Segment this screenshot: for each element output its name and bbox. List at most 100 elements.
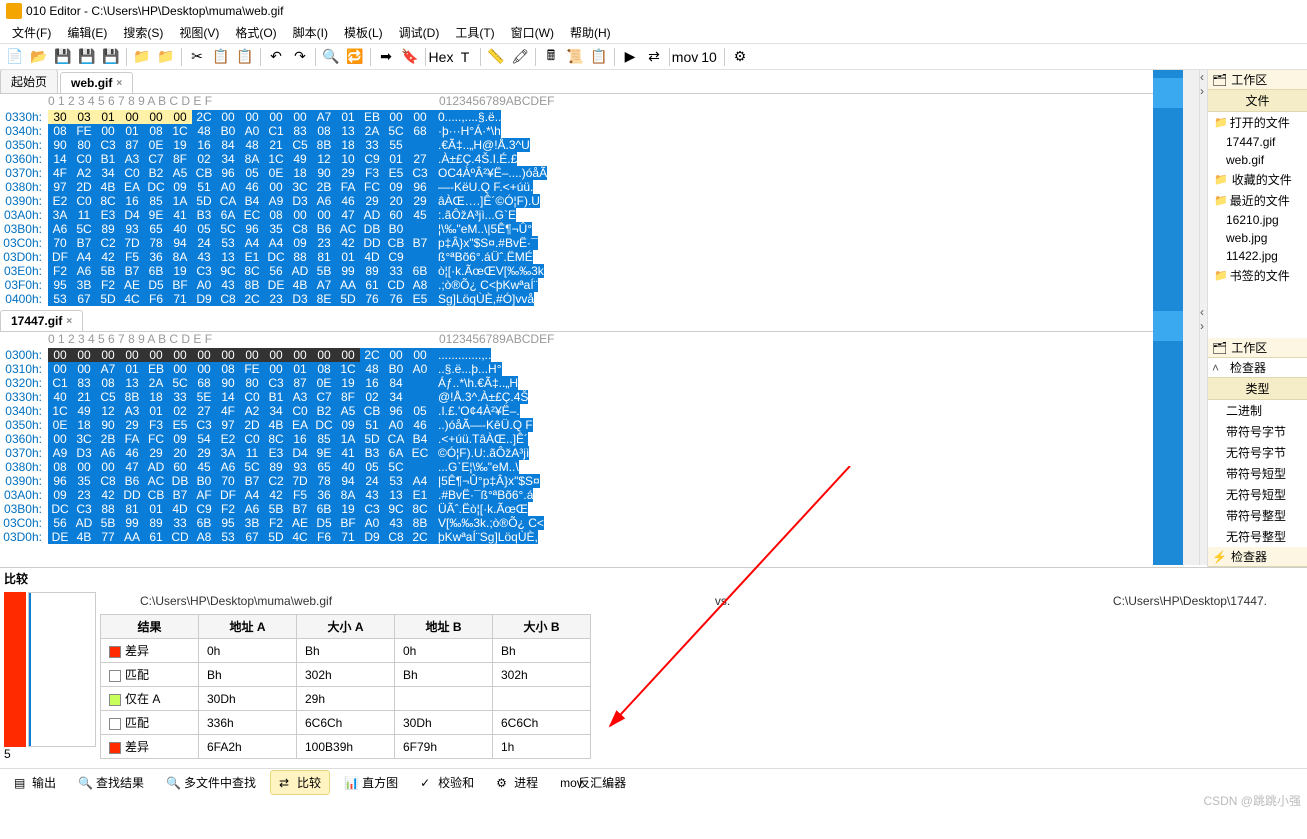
bottom-tab[interactable]: ⇄比较 xyxy=(270,770,330,795)
compare-icon[interactable]: ⇄ xyxy=(643,46,665,68)
tab-webgif[interactable]: web.gif× xyxy=(60,72,133,93)
right-pane: 🗂工作区 文件 打开的文件 17447.gif web.gif 收藏的文件 最近… xyxy=(1207,70,1307,567)
folder-open-icon[interactable]: 📁 xyxy=(131,46,153,68)
type-item[interactable]: 无符号短型 xyxy=(1208,484,1307,505)
open-file-icon[interactable]: 📂 xyxy=(28,46,50,68)
redo-icon[interactable]: ↷ xyxy=(289,46,311,68)
file-item[interactable]: web.gif xyxy=(1208,151,1307,169)
workspace-icon: 🗂 xyxy=(1212,73,1227,87)
bottom-tab[interactable]: 📊直方图 xyxy=(336,771,406,794)
menu-item[interactable]: 工具(T) xyxy=(447,22,502,43)
table-header[interactable]: 大小 A xyxy=(297,615,395,639)
ruler-icon[interactable]: 📏 xyxy=(485,46,507,68)
tab-start[interactable]: 起始页 xyxy=(0,70,58,93)
scrollbar-1[interactable] xyxy=(1183,70,1199,305)
cut-icon[interactable]: ✂ xyxy=(186,46,208,68)
goto-icon[interactable]: ➡ xyxy=(375,46,397,68)
binary-icon[interactable]: 10 xyxy=(698,46,720,68)
menu-item[interactable]: 脚本(I) xyxy=(285,22,336,43)
tab-17447[interactable]: 17447.gif× xyxy=(0,310,83,331)
hex-panel-1[interactable]: 0 1 2 3 4 5 6 7 8 9 A B C D E F012345678… xyxy=(0,94,1153,306)
new-file-icon[interactable]: 📄 xyxy=(4,46,26,68)
bolt-icon: ⚡ xyxy=(1212,550,1227,564)
type-item[interactable]: 二进制 xyxy=(1208,400,1307,421)
tab-icon: 🔍 xyxy=(78,776,92,790)
tab-icon: mov xyxy=(560,776,574,790)
table-header[interactable]: 结果 xyxy=(101,615,199,639)
panel-title: 工作区 xyxy=(1231,71,1267,88)
save-as-icon[interactable]: 💾 xyxy=(100,46,122,68)
menu-item[interactable]: 文件(F) xyxy=(4,22,59,43)
copy-icon[interactable]: 📋 xyxy=(210,46,232,68)
undo-icon[interactable]: ↶ xyxy=(265,46,287,68)
bottom-tab[interactable]: mov反汇编器 xyxy=(552,771,634,794)
hex-panel-2[interactable]: 0 1 2 3 4 5 6 7 8 9 A B C D E F012345678… xyxy=(0,332,1153,544)
toolbar: 📄📂💾💾💾📁📁✂📋📋↶↷🔍🔁➡🔖HexT📏🖍🖩📜📋▶⇄mov10⚙ xyxy=(0,44,1307,70)
run-icon[interactable]: ▶ xyxy=(619,46,641,68)
text-mode-icon[interactable]: T xyxy=(454,46,476,68)
menu-item[interactable]: 编辑(E) xyxy=(59,22,115,43)
type-item[interactable]: 无符号字节 xyxy=(1208,442,1307,463)
watermark: CSDN @跳跳小强 xyxy=(1203,792,1301,809)
file-tabs-2: 17447.gif× xyxy=(0,308,1153,332)
calc-icon[interactable]: 🖩 xyxy=(540,46,562,68)
menu-item[interactable]: 模板(L) xyxy=(336,22,391,43)
table-header[interactable]: 地址 A xyxy=(199,615,297,639)
table-header[interactable]: 大小 B xyxy=(493,615,591,639)
bookmark-files-folder[interactable]: 书签的文件 xyxy=(1208,265,1307,286)
settings-icon[interactable]: ⚙ xyxy=(729,46,751,68)
type-item[interactable]: 无符号整型 xyxy=(1208,526,1307,547)
file-item[interactable]: 11422.jpg xyxy=(1208,247,1307,265)
menu-bar: 文件(F)编辑(E)搜索(S)视图(V)格式(O)脚本(I)模板(L)调试(D)… xyxy=(0,22,1307,44)
bottom-tab[interactable]: ▤输出 xyxy=(6,771,64,794)
close-icon[interactable]: × xyxy=(66,316,72,327)
menu-item[interactable]: 调试(D) xyxy=(391,22,448,43)
file-item[interactable]: web.jpg xyxy=(1208,229,1307,247)
script-icon[interactable]: 📜 xyxy=(564,46,586,68)
menu-item[interactable]: 搜索(S) xyxy=(115,22,171,43)
window-title: 010 Editor - C:\Users\HP\Desktop\muma\we… xyxy=(26,4,283,18)
bottom-tab[interactable]: ✓校验和 xyxy=(412,771,482,794)
table-row[interactable]: 差异6FA2h100B39h6F79h1h xyxy=(101,735,591,759)
folder-recent-icon[interactable]: 📁 xyxy=(155,46,177,68)
menu-item[interactable]: 窗口(W) xyxy=(503,22,562,43)
menu-item[interactable]: 帮助(H) xyxy=(562,22,619,43)
compare-table[interactable]: 结果地址 A大小 A地址 B大小 B差异0hBh0hBh匹配Bh302hBh30… xyxy=(100,614,591,759)
find-replace-icon[interactable]: 🔁 xyxy=(344,46,366,68)
paste-icon[interactable]: 📋 xyxy=(234,46,256,68)
tab-icon: ✓ xyxy=(420,776,434,790)
file-item[interactable]: 17447.gif xyxy=(1208,133,1307,151)
table-row[interactable]: 匹配336h6C6Ch30Dh6C6Ch xyxy=(101,711,591,735)
menu-item[interactable]: 格式(O) xyxy=(227,22,284,43)
table-row[interactable]: 差异0hBh0hBh xyxy=(101,639,591,663)
chevron-up-icon[interactable]: ˄ xyxy=(1212,361,1226,375)
save-icon[interactable]: 💾 xyxy=(52,46,74,68)
fav-files-folder[interactable]: 收藏的文件 xyxy=(1208,169,1307,190)
scrollbar-2[interactable] xyxy=(1183,305,1199,565)
template-icon[interactable]: 📋 xyxy=(588,46,610,68)
mov-icon[interactable]: mov xyxy=(674,46,696,68)
type-item[interactable]: 带符号字节 xyxy=(1208,421,1307,442)
highlight-icon[interactable]: 🖍 xyxy=(509,46,531,68)
table-row[interactable]: 仅在 A30Dh29h xyxy=(101,687,591,711)
minimap-1[interactable] xyxy=(1153,70,1183,305)
file-item[interactable]: 16210.jpg xyxy=(1208,211,1307,229)
menu-item[interactable]: 视图(V) xyxy=(171,22,227,43)
bottom-tab[interactable]: 🔍多文件中查找 xyxy=(158,771,264,794)
minimap-2[interactable] xyxy=(1153,305,1183,565)
bookmark-icon[interactable]: 🔖 xyxy=(399,46,421,68)
close-icon[interactable]: × xyxy=(116,78,122,89)
table-header[interactable]: 地址 B xyxy=(395,615,493,639)
bottom-tab[interactable]: 🔍查找结果 xyxy=(70,771,152,794)
table-row[interactable]: 匹配Bh302hBh302h xyxy=(101,663,591,687)
find-icon[interactable]: 🔍 xyxy=(320,46,342,68)
type-item[interactable]: 带符号整型 xyxy=(1208,505,1307,526)
tab-icon: ▤ xyxy=(14,776,28,790)
open-files-folder[interactable]: 打开的文件 xyxy=(1208,112,1307,133)
save-all-icon[interactable]: 💾 xyxy=(76,46,98,68)
type-item[interactable]: 带符号短型 xyxy=(1208,463,1307,484)
bottom-tab[interactable]: ⚙进程 xyxy=(488,771,546,794)
recent-files-folder[interactable]: 最近的文件 xyxy=(1208,190,1307,211)
hex-mode-icon[interactable]: Hex xyxy=(430,46,452,68)
compare-path-b: C:\Users\HP\Desktop\17447. xyxy=(1113,594,1267,608)
